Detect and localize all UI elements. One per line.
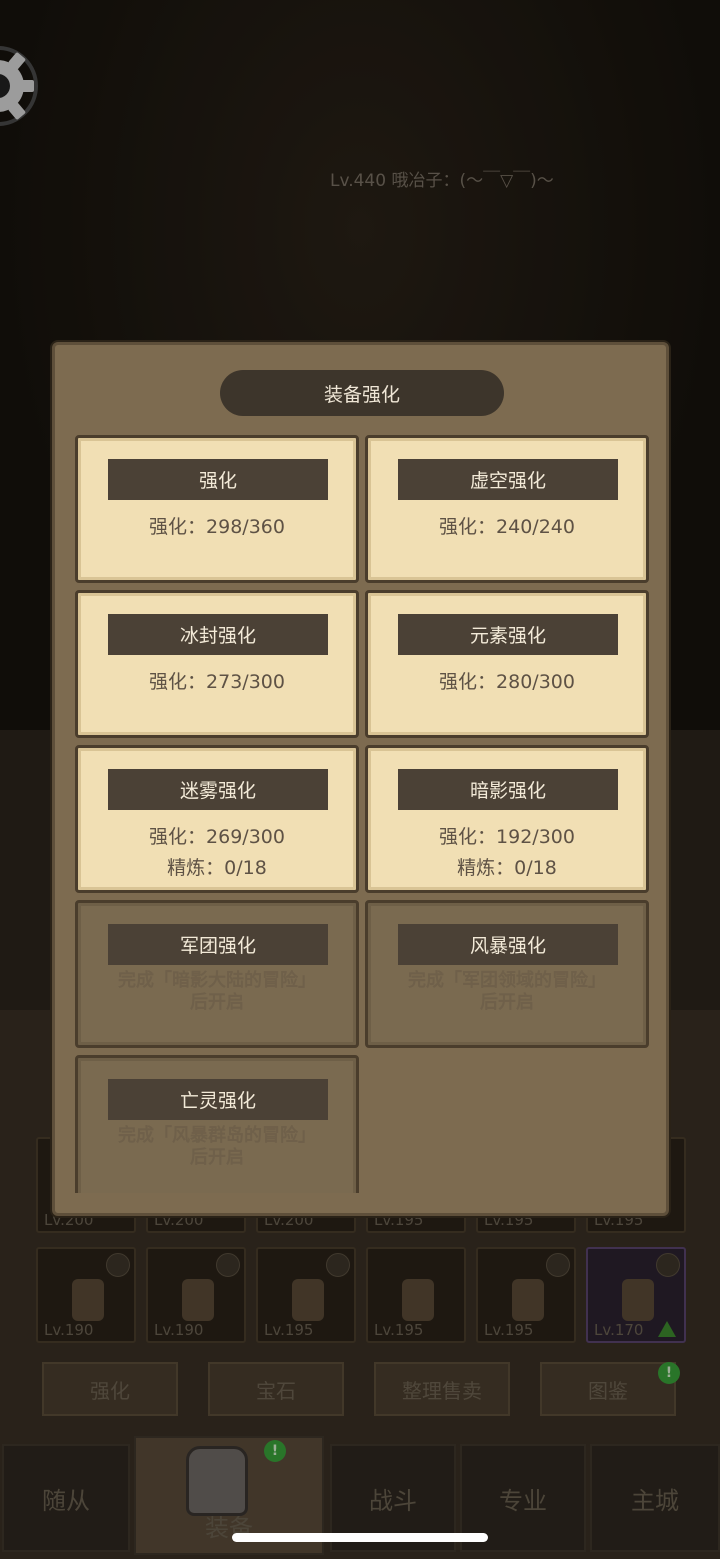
unlock-suffix: 后开启 [190,992,244,1013]
unlock-suffix: 后开启 [190,1147,244,1168]
enhance-card[interactable]: 元素强化 强化：280/300 [365,590,649,738]
equipment-enhance-modal: 装备强化 强化 强化：298/360 虚空强化 强化：240/240 冰封强化 … [52,342,669,1216]
enhance-card[interactable]: 强化 强化：298/360 [75,435,359,583]
card-title: 军团强化 [108,924,328,965]
unlock-suffix: 后开启 [480,992,534,1013]
enhance-card-locked[interactable]: 完成「暗影大陆的冒险」 后开启 军团强化 [75,900,359,1048]
card-progress: 强化：269/300 [149,826,285,848]
card-title: 风暴强化 [398,924,618,965]
enhance-card-list[interactable]: 强化 强化：298/360 虚空强化 强化：240/240 冰封强化 强化：27… [73,433,651,1193]
enhance-card[interactable]: 虚空强化 强化：240/240 [365,435,649,583]
enhance-card-locked[interactable]: 完成「风暴群岛的冒险」 后开启 亡灵强化 [75,1055,359,1193]
card-refine: 精炼：0/18 [457,857,557,879]
enhance-card[interactable]: 冰封强化 强化：273/300 [75,590,359,738]
card-title: 虚空强化 [398,459,618,500]
card-refine: 精炼：0/18 [167,857,267,879]
card-progress: 强化：192/300 [439,826,575,848]
enhance-card-locked[interactable]: 完成「军团领域的冒险」 后开启 风暴强化 [365,900,649,1048]
card-title: 亡灵强化 [108,1079,328,1120]
card-title: 迷雾强化 [108,769,328,810]
card-title: 冰封强化 [108,614,328,655]
card-title: 强化 [108,459,328,500]
enhance-card[interactable]: 暗影强化 强化：192/300 精炼：0/18 [365,745,649,893]
modal-title: 装备强化 [220,370,504,416]
card-progress: 强化：280/300 [439,671,575,693]
card-progress: 强化：273/300 [149,671,285,693]
enhance-card[interactable]: 迷雾强化 强化：269/300 精炼：0/18 [75,745,359,893]
home-indicator[interactable] [232,1533,488,1542]
card-progress: 强化：240/240 [439,516,575,538]
card-title: 暗影强化 [398,769,618,810]
card-progress: 强化：298/360 [149,516,285,538]
card-title: 元素强化 [398,614,618,655]
